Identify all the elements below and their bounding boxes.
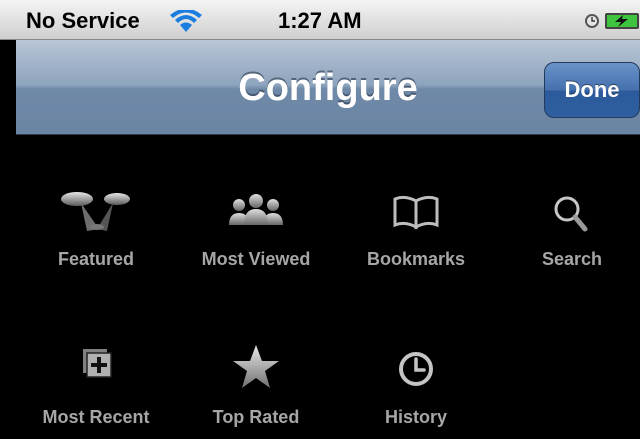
tab-item-most-viewed[interactable]: Most Viewed [176,185,336,281]
tab-item-featured[interactable]: Featured [16,185,176,281]
tab-item-history[interactable]: History [336,343,496,439]
tab-label: Search [541,249,603,269]
most-recent-icon [83,349,112,378]
featured-icon [61,192,130,231]
battery-charging-icon [605,13,639,29]
tab-item-search[interactable]: Search [492,185,640,281]
status-time: 1:27 AM [278,8,362,33]
tab-label: Bookmarks [366,249,466,269]
top-rated-icon [233,345,279,388]
status-bar: No Service 1:27 AM [0,0,640,40]
most-viewed-icon [229,194,283,225]
tab-label: Featured [57,249,135,269]
tab-label: Most Recent [42,407,150,427]
tab-item-top-rated[interactable]: Top Rated [176,343,336,439]
tab-item-most-recent[interactable]: Most Recent [16,343,176,439]
carrier-label: No Service [26,8,140,33]
tab-label: Top Rated [212,407,300,427]
done-button[interactable]: Done [544,62,640,118]
search-icon [554,196,588,232]
navigation-bar: Configure Done [16,40,640,135]
tab-label: History [384,407,447,427]
wifi-icon [170,10,202,32]
tab-item-bookmarks[interactable]: Bookmarks [336,185,496,281]
alarm-icon [585,14,599,28]
history-icon [399,352,433,386]
bookmarks-icon [393,195,439,230]
tab-label: Most Viewed [201,249,311,269]
